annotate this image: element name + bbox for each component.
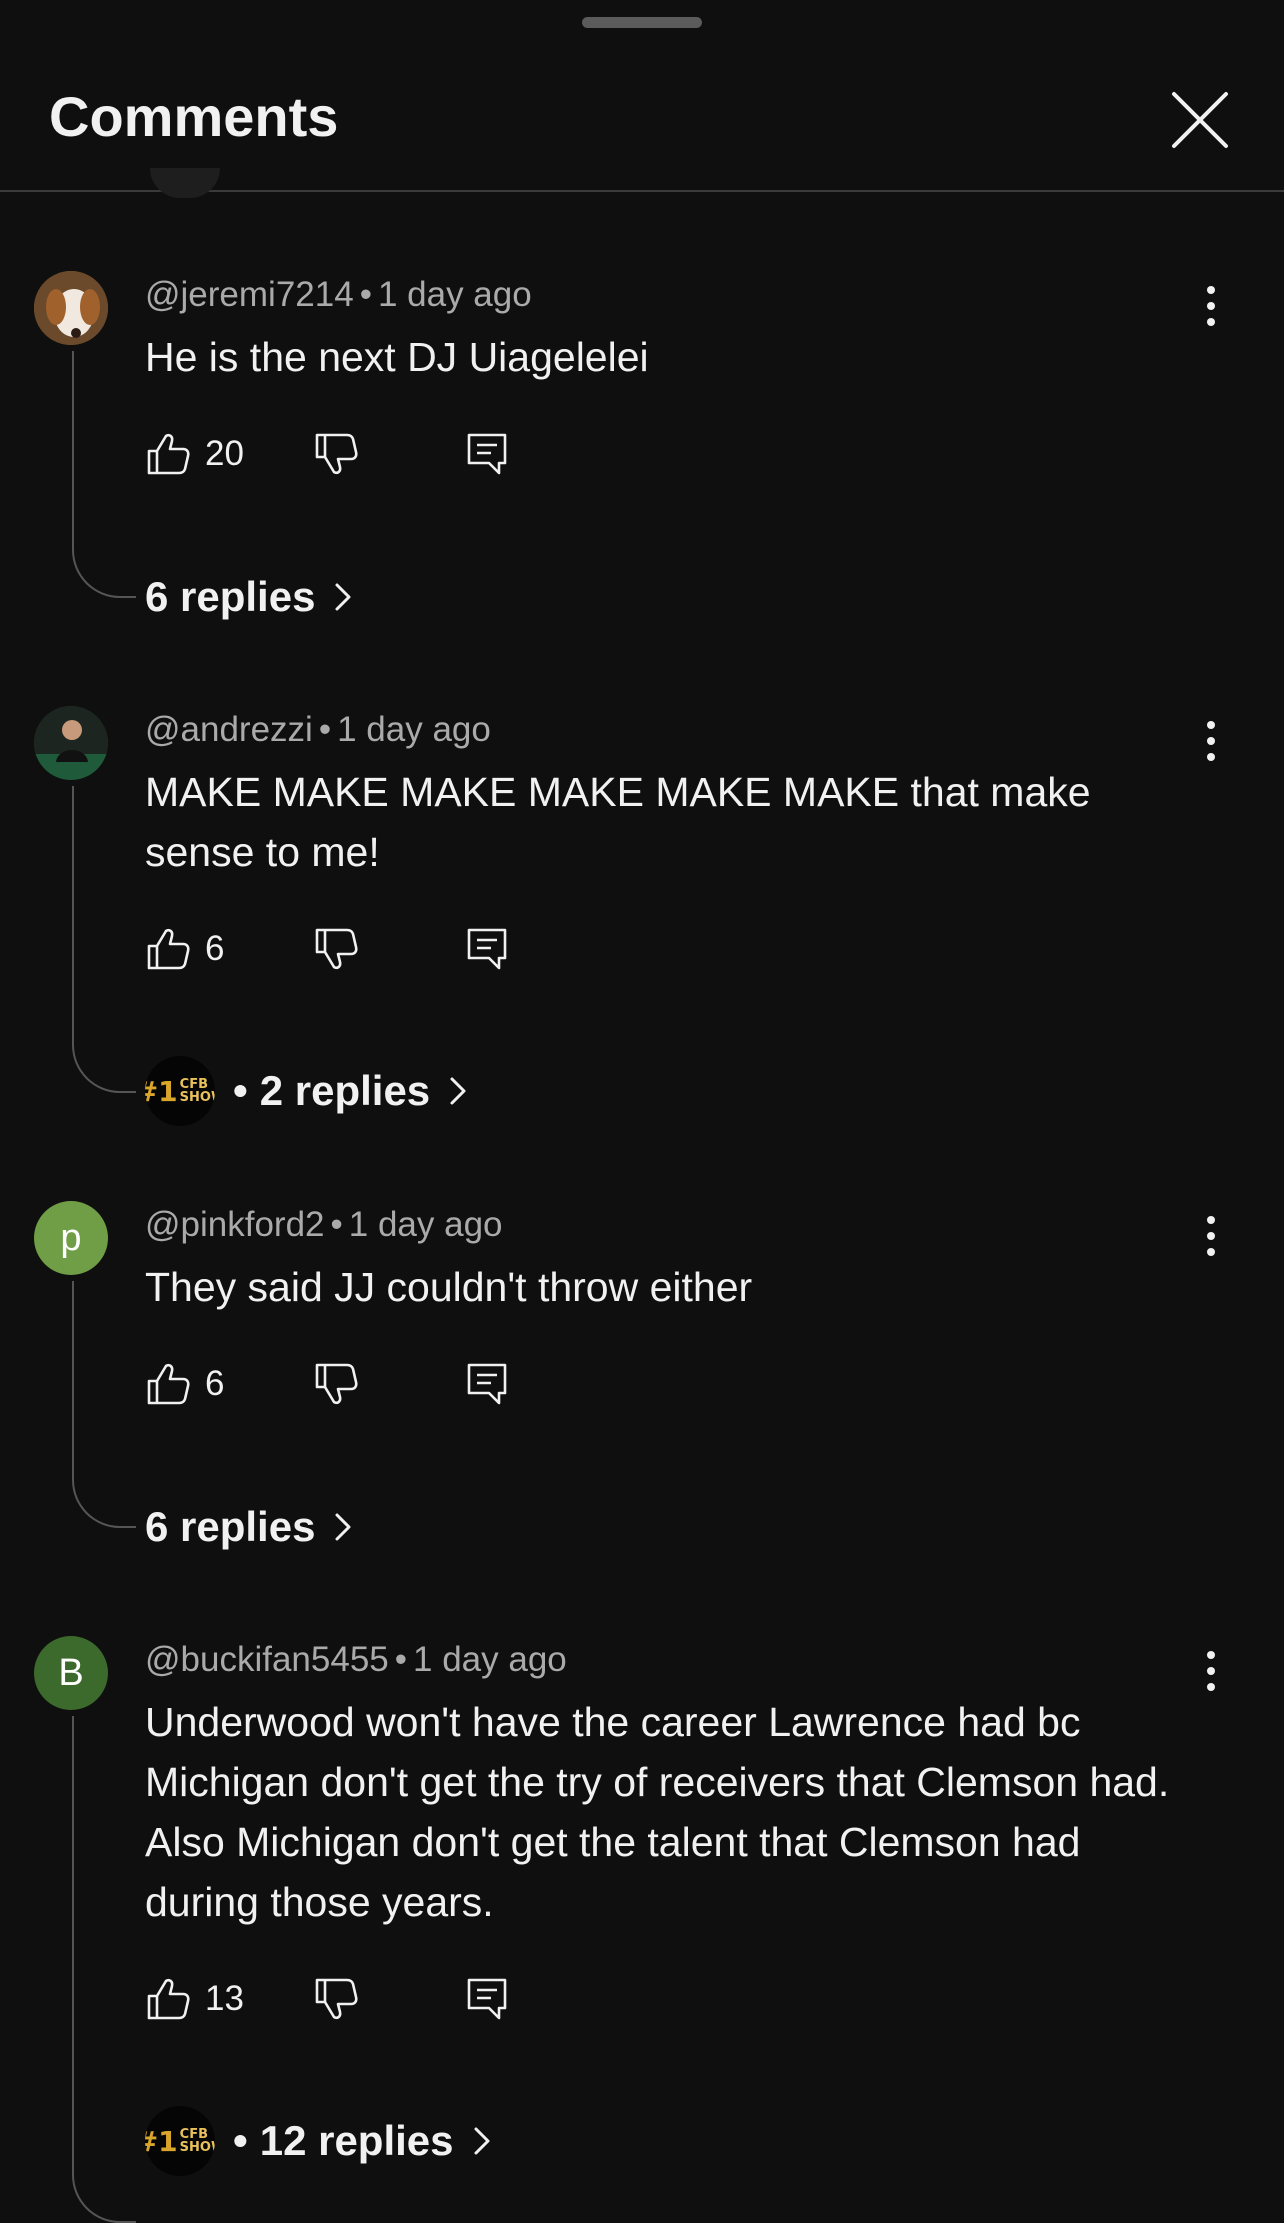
separator-dot: • [318, 710, 332, 749]
like-count: 6 [205, 1364, 225, 1403]
like-button[interactable]: 20 [145, 426, 244, 482]
reply-icon [467, 1978, 507, 2020]
separator-dot: • [394, 1640, 408, 1679]
separator-dot: • [233, 1067, 248, 1114]
reply-icon [467, 433, 507, 475]
replies-count: 2 replies [259, 1067, 431, 1114]
avatar[interactable]: B [34, 1636, 108, 1710]
sheet-header: Comments [0, 0, 1284, 198]
replies-count: 12 replies [259, 2117, 454, 2164]
comment-author[interactable]: @pinkford2 [145, 1205, 325, 1244]
thumbs-up-icon [147, 433, 190, 475]
thread-line [72, 351, 136, 598]
separator-dot: • [330, 1205, 343, 1244]
dislike-button[interactable] [313, 426, 359, 482]
creator-logo-line2: SHOW [179, 2140, 215, 2155]
thumbs-up-icon [147, 928, 190, 970]
chevron-right-icon [474, 2127, 490, 2155]
thumbs-down-icon [315, 1363, 358, 1405]
comment-meta: @pinkford2 • 1 day ago [145, 1205, 503, 1245]
creator-logo-text: CFBSHOW [180, 2128, 215, 2154]
separator-dot: • [359, 275, 372, 314]
reply-button[interactable] [465, 426, 511, 482]
thread-line [72, 786, 136, 1093]
reply-button[interactable] [465, 1356, 511, 1412]
creator-rank: #1 [145, 1074, 178, 1108]
reply-icon [467, 928, 507, 970]
comment-time: 1 day ago [377, 275, 532, 314]
more-options-icon[interactable] [1195, 716, 1227, 766]
comment-text: Underwood won't have the career Lawrence… [145, 1699, 1170, 1925]
thumbs-up-icon [147, 1978, 190, 2020]
like-count: 20 [205, 434, 244, 473]
dislike-button[interactable] [313, 1356, 359, 1412]
comment-time: 1 day ago [337, 710, 491, 749]
close-icon[interactable] [1168, 88, 1232, 152]
separator-dot: • [233, 2117, 248, 2164]
creator-logo-line2: SHOW [179, 1090, 215, 1105]
comment-meta: @andrezzi • 1 day ago [145, 710, 491, 750]
thumbs-down-icon [315, 433, 358, 475]
creator-avatar: #1 CFBSHOW [145, 1056, 215, 1126]
more-options-icon[interactable] [1195, 1211, 1227, 1261]
comment-text: They said JJ couldn't throw either [145, 1264, 753, 1310]
avatar[interactable]: p [34, 1201, 108, 1275]
more-options-icon[interactable] [1195, 281, 1227, 331]
reply-button[interactable] [465, 921, 511, 977]
thumbs-up-icon [147, 1363, 190, 1405]
creator-logo-text: CFBSHOW [180, 1078, 215, 1104]
avatar[interactable] [34, 706, 108, 780]
chevron-right-icon [335, 1513, 351, 1541]
previous-avatar-edge [150, 168, 220, 198]
person-photo-icon [34, 706, 108, 780]
view-replies-button[interactable]: 6 replies [145, 573, 359, 621]
dislike-button[interactable] [313, 921, 359, 977]
creator-avatar: #1 CFBSHOW [145, 2106, 215, 2176]
creator-rank: #1 [145, 2124, 178, 2158]
comment-meta: @jeremi7214 • 1 day ago [145, 275, 532, 315]
dislike-button[interactable] [313, 1971, 359, 2027]
avatar-letter: p [60, 1216, 82, 1259]
thread-line [72, 1716, 136, 2223]
like-count: 6 [205, 929, 225, 968]
like-count: 13 [205, 1979, 244, 2018]
comment-author[interactable]: @andrezzi [145, 710, 313, 749]
avatar-letter: B [58, 1651, 84, 1694]
comment-text: He is the next DJ Uiagelelei [145, 334, 649, 380]
comment-author[interactable]: @buckifan5455 [145, 1640, 389, 1679]
reply-icon [467, 1363, 507, 1405]
thumbs-down-icon [315, 1978, 358, 2020]
replies-count: 6 replies [145, 1503, 316, 1550]
more-options-icon[interactable] [1195, 1646, 1227, 1696]
dog-photo-icon [34, 271, 108, 345]
like-button[interactable]: 13 [145, 1971, 244, 2027]
comment-author[interactable]: @jeremi7214 [145, 275, 354, 314]
sheet-title: Comments [49, 85, 339, 148]
replies-count: 6 replies [145, 573, 316, 620]
drag-handle[interactable] [582, 17, 702, 28]
thread-line [72, 1281, 136, 1528]
like-button[interactable]: 6 [145, 1356, 224, 1412]
comment-time: 1 day ago [413, 1640, 567, 1679]
comment-meta: @buckifan5455 • 1 day ago [145, 1640, 567, 1680]
like-button[interactable]: 6 [145, 921, 224, 977]
reply-button[interactable] [465, 1971, 511, 2027]
view-replies-button[interactable]: 6 replies [145, 1503, 359, 1551]
comment-time: 1 day ago [348, 1205, 503, 1244]
chevron-right-icon [450, 1077, 466, 1105]
view-replies-button[interactable]: #1 CFBSHOW • 2 replies [145, 1056, 474, 1126]
avatar[interactable] [34, 271, 108, 345]
comment-text: MAKE MAKE MAKE MAKE MAKE MAKE that make … [145, 769, 1091, 875]
thumbs-down-icon [315, 928, 358, 970]
chevron-right-icon [335, 583, 351, 611]
view-replies-button[interactable]: #1 CFBSHOW • 12 replies [145, 2106, 498, 2176]
